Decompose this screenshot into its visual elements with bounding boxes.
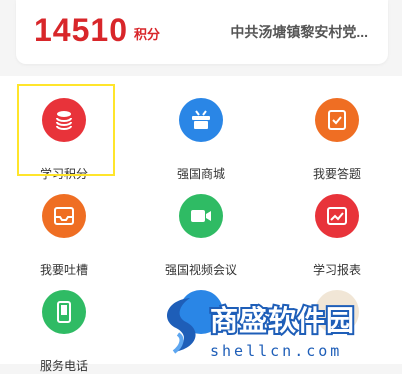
grid-item-quiz[interactable]: 我要答题 [287,90,387,181]
watermark: 商盛软件园 shellcn.com [152,290,402,364]
grid-item-mall[interactable]: 强国商城 [151,90,251,181]
grid-item-service-phone[interactable]: 服务电话 [14,282,114,373]
grid-item-label: 强国视频会议 [164,263,237,277]
grid-item-report[interactable]: 学习报表 [287,186,387,277]
grid-item-video-meeting[interactable]: 强国视频会议 [151,186,251,277]
points-card[interactable]: 14510 积分 中共汤塘镇黎安村党... [16,0,388,64]
svg-text:商盛软件园: 商盛软件园 [210,304,355,337]
grid-item-label: 服务电话 [39,359,88,373]
grid-item-label: 强国商城 [176,167,225,181]
grid-item-label: 我要答题 [312,167,361,181]
phone-icon [42,290,86,334]
svg-text:shellcn.com: shellcn.com [210,342,342,360]
grid-item-label: 我要吐槽 [39,263,88,277]
points-value: 14510 [34,12,128,48]
points-unit: 积分 [133,27,160,42]
video-camera-icon [179,194,223,238]
grid-item-label: 学习报表 [312,263,361,277]
shopping-basket-icon [179,98,223,142]
organization-name: 中共汤塘镇黎安村党... [230,24,368,40]
points-display: 14510 积分 [34,12,160,48]
trend-chart-icon [315,194,359,238]
grid-item-feedback[interactable]: 我要吐槽 [14,186,114,277]
checklist-icon [315,98,359,142]
inbox-icon [42,194,86,238]
highlight-frame [17,84,115,176]
watermark-logo: 商盛软件园 shellcn.com [167,298,356,360]
